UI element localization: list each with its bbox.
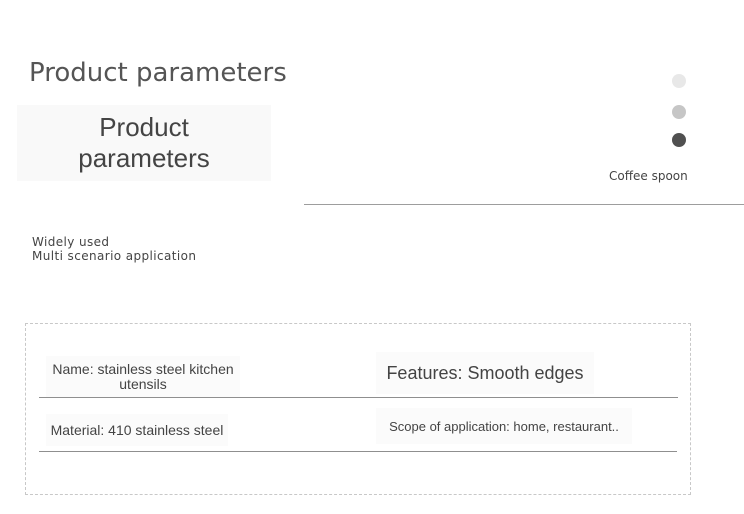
section-divider bbox=[304, 204, 744, 205]
param-name: Name: stainless steel kitchen utensils bbox=[46, 356, 240, 398]
page-title: Product parameters bbox=[29, 58, 287, 88]
title-banner: Product parameters bbox=[17, 105, 271, 181]
parameters-table: Name: stainless steel kitchen utensils F… bbox=[25, 323, 691, 495]
table-row-divider bbox=[39, 397, 678, 398]
usage-description: Widely used Multi scenario application bbox=[32, 235, 196, 263]
indicator-dot-2[interactable] bbox=[672, 105, 686, 119]
table-row-divider bbox=[39, 451, 677, 452]
usage-line-1: Widely used bbox=[32, 235, 110, 249]
usage-line-2: Multi scenario application bbox=[32, 249, 197, 263]
param-scope: Scope of application: home, restaurant.. bbox=[376, 408, 632, 444]
indicator-dot-1[interactable] bbox=[672, 74, 686, 88]
param-material: Material: 410 stainless steel bbox=[46, 414, 228, 446]
product-name-label: Coffee spoon bbox=[609, 169, 688, 183]
indicator-dot-3-active[interactable] bbox=[672, 133, 686, 147]
param-features: Features: Smooth edges bbox=[376, 352, 594, 394]
title-banner-text: Product parameters bbox=[78, 112, 210, 173]
